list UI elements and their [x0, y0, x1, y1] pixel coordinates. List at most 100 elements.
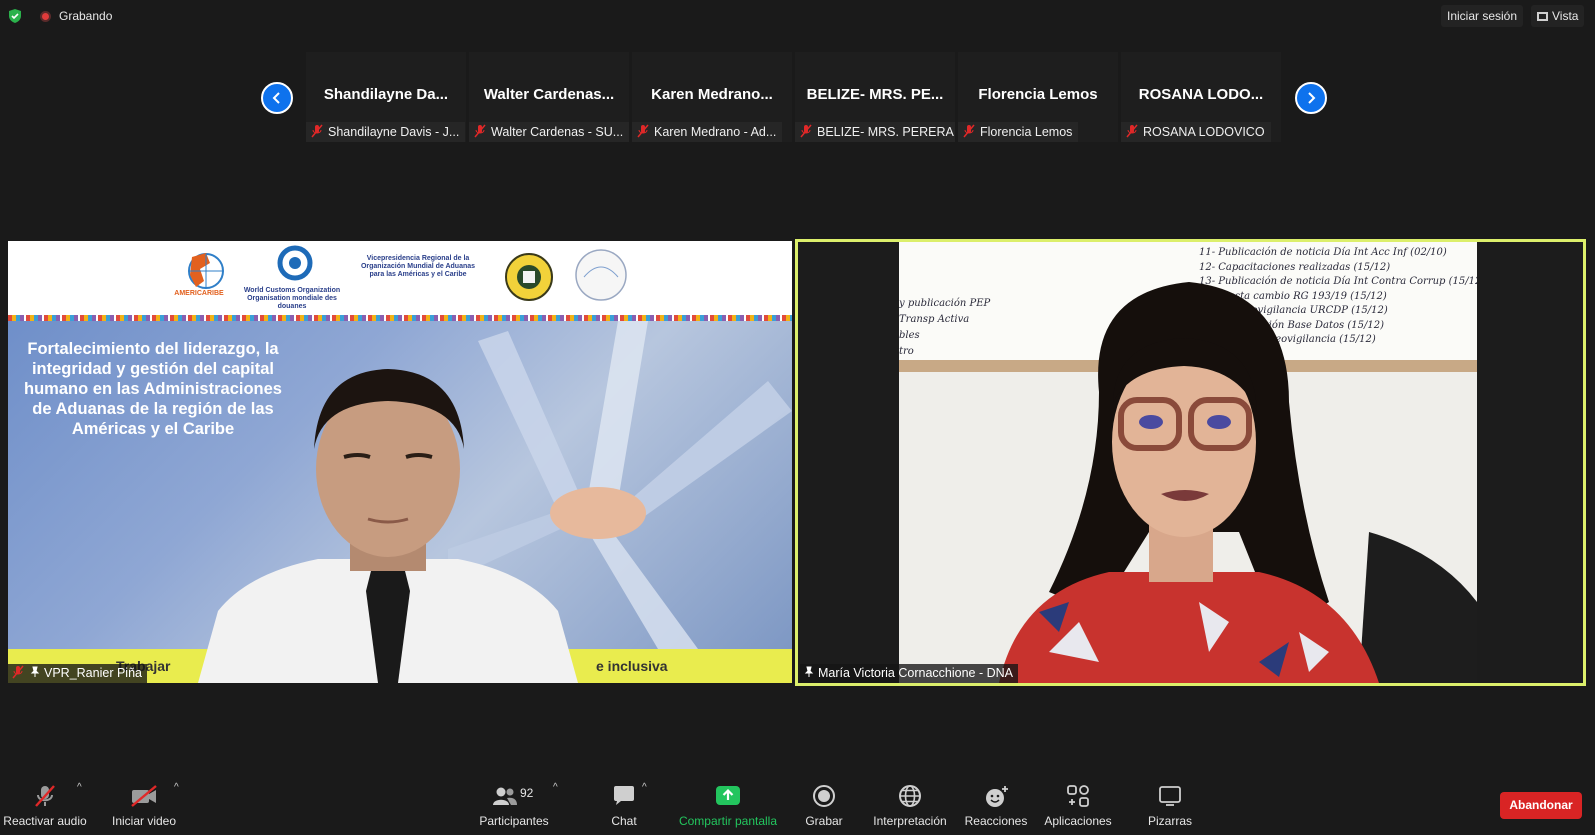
whiteboards-button[interactable]: Pizarras: [1140, 768, 1200, 828]
chevron-left-icon: [272, 92, 280, 104]
shield-icon[interactable]: [8, 9, 22, 23]
participant-tile-label: BELIZE- MRS. PERERA: [795, 122, 955, 142]
slide-footer-right-text: e inclusiva: [596, 658, 668, 674]
record-label: Grabar: [805, 814, 843, 828]
mic-muted-icon: [12, 665, 24, 679]
participant-tile[interactable]: Karen Medrano... Karen Medrano - Ad...: [632, 52, 792, 142]
participant-label-text: ROSANA LODOVICO: [1143, 125, 1265, 139]
signin-button[interactable]: Iniciar sesión: [1441, 5, 1524, 27]
camera-off-icon: [131, 785, 157, 807]
mic-muted-icon: [311, 124, 323, 138]
mic-muted-icon: [35, 785, 55, 807]
start-video-label: Iniciar video: [111, 814, 177, 828]
participant-name-left: VPR_Ranier Piña: [44, 666, 142, 680]
unmute-audio-label: Reactivar audio: [3, 814, 87, 828]
participant-label-text: Karen Medrano - Ad...: [654, 125, 777, 139]
top-bar: Grabando Iniciar sesión Vista: [0, 0, 1595, 32]
participant-label-text: Florencia Lemos: [980, 125, 1073, 139]
meeting-toolbar: Reactivar audio ^ Iniciar video ^ 92 Par…: [0, 768, 1595, 835]
pin-icon: [30, 666, 40, 677]
video-options-caret-icon[interactable]: ^: [174, 782, 179, 793]
participant-tile-name: Karen Medrano...: [651, 86, 773, 103]
prev-page-button[interactable]: [261, 82, 293, 114]
participant-strip: Shandilayne Da... Shandilayne Davis - J.…: [306, 52, 1284, 142]
participant-name-tag-left: VPR_Ranier Piña: [8, 664, 147, 683]
americaribe-logo-text: AMERICARIBE: [174, 290, 224, 297]
reactions-label: Reacciones: [964, 814, 1028, 828]
unmute-audio-button[interactable]: Reactivar audio: [0, 768, 90, 828]
participants-button[interactable]: 92 Participantes: [476, 768, 552, 828]
speaker-video-left: [198, 369, 578, 683]
americaribe-logo-icon: [188, 253, 224, 289]
video-tile-right-active-speaker[interactable]: 11- Publicación de noticia Día Int Acc I…: [795, 239, 1586, 686]
apps-icon: [1067, 785, 1089, 807]
chevron-right-icon: [1308, 92, 1316, 104]
audio-options-caret-icon[interactable]: ^: [77, 782, 82, 793]
participant-label-text: Walter Cardenas - SU...: [491, 125, 624, 139]
participant-tile-label: Walter Cardenas - SU...: [469, 122, 629, 142]
recording-label: Grabando: [59, 9, 113, 23]
speaker-video-right: 11- Publicación de noticia Día Int Acc I…: [899, 242, 1477, 683]
view-button[interactable]: Vista: [1531, 5, 1585, 27]
recording-icon: [40, 11, 51, 22]
interpretation-label: Interpretación: [873, 814, 947, 828]
whiteboards-label: Pizarras: [1147, 814, 1192, 828]
share-screen-icon: [716, 786, 740, 805]
participant-name-right: María Victoria Cornacchione - DNA: [818, 666, 1013, 680]
participant-tile-name: ROSANA LODO...: [1138, 86, 1264, 103]
record-icon: [813, 785, 835, 807]
slide-logo-header: AMERICARIBE World Customs Organization O…: [8, 241, 792, 319]
participant-label-text: Shandilayne Davis - J...: [328, 125, 460, 139]
participant-tile[interactable]: Florencia Lemos Florencia Lemos: [958, 52, 1118, 142]
participant-label-text: BELIZE- MRS. PERERA: [817, 125, 954, 139]
reactions-icon: [986, 786, 1008, 807]
mic-muted-icon: [800, 124, 812, 138]
participant-tile[interactable]: Shandilayne Da... Shandilayne Davis - J.…: [306, 52, 466, 142]
customs-seal-icon: [505, 253, 553, 301]
participants-count: 92: [520, 786, 534, 800]
participant-tile-label: ROSANA LODOVICO: [1121, 122, 1271, 142]
participant-tile-label: Karen Medrano - Ad...: [632, 122, 783, 142]
globe-icon: [899, 785, 921, 807]
apps-button[interactable]: Aplicaciones: [1038, 768, 1118, 828]
chat-icon: [614, 786, 634, 805]
video-tile-left[interactable]: AMERICARIBE World Customs Organization O…: [8, 241, 792, 683]
vpr-logo-text: Vicepresidencia Regional de la Organizac…: [360, 255, 476, 278]
grid-icon: [1537, 12, 1548, 21]
chat-label: Chat: [611, 814, 637, 828]
interpretation-button[interactable]: Interpretación: [868, 768, 952, 828]
speaker-figure: [999, 282, 1477, 683]
mic-muted-icon: [474, 124, 486, 138]
reactions-button[interactable]: Reacciones: [962, 768, 1030, 828]
participants-label: Participantes: [479, 814, 549, 828]
participant-tile[interactable]: BELIZE- MRS. PE... BELIZE- MRS. PERERA: [795, 52, 955, 142]
round-seal-icon: [575, 249, 627, 301]
start-video-button[interactable]: Iniciar video: [104, 768, 184, 828]
participant-tile[interactable]: Walter Cardenas... Walter Cardenas - SU.…: [469, 52, 629, 142]
mic-muted-icon: [637, 124, 649, 138]
participant-tile-label: Florencia Lemos: [958, 122, 1079, 142]
chat-button[interactable]: Chat: [596, 768, 652, 828]
whiteboard-icon: [1159, 786, 1181, 806]
participant-tile[interactable]: ROSANA LODO... ROSANA LODOVICO: [1121, 52, 1281, 142]
next-page-button[interactable]: [1295, 82, 1327, 114]
mic-muted-icon: [963, 124, 975, 138]
apps-label: Aplicaciones: [1044, 814, 1112, 828]
participants-icon: [493, 787, 517, 805]
record-button[interactable]: Grabar: [798, 768, 850, 828]
wco-logo-text: World Customs Organization Organisation …: [243, 287, 341, 310]
share-screen-button[interactable]: Compartir pantalla: [672, 768, 784, 828]
participant-tile-name: Shandilayne Da...: [323, 86, 449, 103]
leave-meeting-button[interactable]: Abandonar: [1500, 792, 1582, 819]
wco-logo-icon: [277, 245, 313, 281]
participant-tile-name: Walter Cardenas...: [483, 86, 615, 103]
chat-options-caret-icon[interactable]: ^: [642, 782, 647, 793]
pin-icon: [804, 666, 814, 677]
participant-tile-name: BELIZE- MRS. PE...: [806, 86, 944, 103]
participants-options-caret-icon[interactable]: ^: [553, 782, 558, 793]
participant-tile-label: Shandilayne Davis - J...: [306, 122, 466, 142]
share-screen-label: Compartir pantalla: [678, 814, 778, 828]
whiteboard-line: 11- Publicación de noticia Día Int Acc I…: [1199, 247, 1447, 258]
mic-muted-icon: [1126, 124, 1138, 138]
participant-name-tag-right: María Victoria Cornacchione - DNA: [800, 664, 1018, 683]
